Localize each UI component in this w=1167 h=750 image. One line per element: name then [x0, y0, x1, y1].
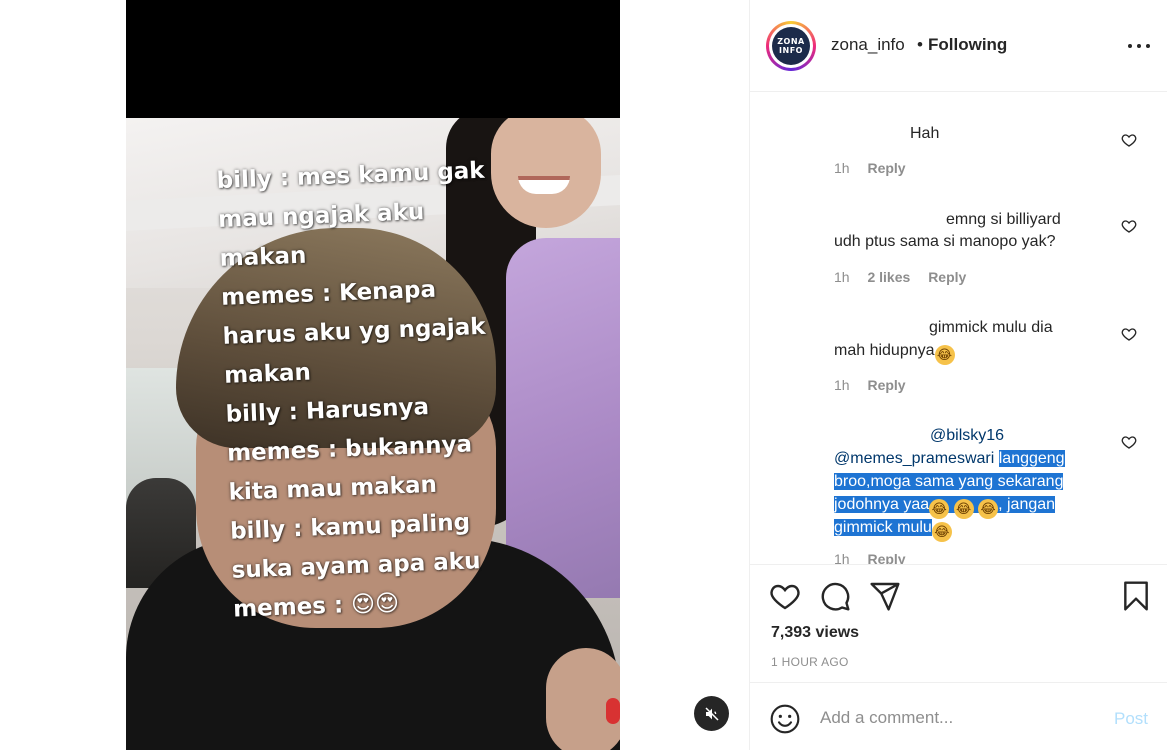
avatar-text-top: ZONA [777, 37, 805, 46]
comment-time: 1h [834, 269, 850, 285]
video-player[interactable]: billy : mes kamu gak mau ngajak aku maka… [126, 0, 620, 750]
video-letterbox [126, 0, 620, 118]
avatar-text-bottom: INFO [779, 46, 803, 55]
post-side-panel: ZONA INFO zona_info • Following Hah 1h R… [749, 0, 1167, 750]
laughing-emoji: 😂 [934, 345, 955, 365]
reply-button[interactable]: Reply [867, 551, 905, 564]
mention-link[interactable]: @memes_prameswari [834, 450, 994, 467]
separator-dot: • [917, 35, 923, 54]
comment-like-icon[interactable] [1121, 326, 1137, 342]
selected-text: langgeng [998, 450, 1065, 467]
avatar-border: ZONA INFO [769, 24, 813, 68]
comment-text: mah hidupnya [834, 342, 935, 359]
mute-button[interactable] [694, 696, 729, 731]
following-button[interactable]: Following [928, 35, 1007, 55]
comment-meta: 1h Reply [834, 551, 920, 564]
video-caption-overlay: billy : mes kamu gak mau ngajak aku maka… [216, 150, 534, 629]
comment-time: 1h [834, 160, 850, 176]
comment-text-line2: udh ptus sama si manopo yak? [834, 233, 1056, 250]
muted-speaker-icon [704, 706, 719, 721]
comment-meta: 1h Reply [834, 160, 920, 176]
more-options-icon[interactable] [1128, 42, 1150, 50]
avatar: ZONA INFO [772, 27, 810, 65]
post-timestamp[interactable]: 1 HOUR AGO [771, 655, 849, 669]
comment-time: 1h [834, 551, 850, 564]
reply-button[interactable]: Reply [867, 377, 905, 393]
selected-text-part: , jangan [998, 496, 1056, 513]
selected-text-part: jodohnya yaa [834, 496, 930, 513]
comment-input[interactable] [820, 705, 1100, 731]
username-link[interactable]: zona_info [831, 35, 905, 55]
instagram-post-page: billy : mes kamu gak mau ngajak aku maka… [0, 0, 1167, 750]
left-gutter [0, 0, 126, 750]
comments-list[interactable]: Hah 1h Reply emng si billiyard udh ptus … [750, 92, 1167, 564]
selected-text: broo,moga sama yang sekarang [834, 473, 1064, 490]
smiley-icon[interactable] [769, 703, 801, 735]
comment-text-line2: mah hidupnya 😂 [834, 339, 1104, 365]
post-actions: 7,393 views 1 HOUR AGO [750, 564, 1167, 682]
post-header: ZONA INFO zona_info • Following [750, 0, 1167, 92]
share-icon[interactable] [869, 580, 901, 612]
post-button[interactable]: Post [1114, 709, 1148, 729]
heart-icon[interactable] [769, 580, 801, 612]
view-count[interactable]: 7,393 views [771, 624, 859, 642]
laughing-emoji: 😂 [931, 522, 952, 542]
red-spot [606, 698, 620, 724]
comment-time: 1h [834, 377, 850, 393]
comment-mention-line: @bilsky16 [930, 424, 1130, 447]
comment-text-line1: gimmick mulu dia [929, 319, 1053, 336]
bookmark-icon[interactable] [1120, 580, 1152, 612]
comment-meta: 1h Reply [834, 377, 920, 393]
selected-text: jodohnya yaa 😂 😂 😂, jangan [834, 496, 1056, 519]
selected-text: gimmick mulu [834, 519, 932, 536]
comment-like-icon[interactable] [1121, 218, 1137, 234]
comment-text-line5: gimmick mulu 😂 [834, 516, 1124, 542]
mention-link[interactable]: @bilsky16 [930, 427, 1004, 444]
comment-like-icon[interactable] [1121, 132, 1137, 148]
story-ring[interactable]: ZONA INFO [766, 21, 816, 71]
reply-button[interactable]: Reply [867, 160, 905, 176]
comment-text-line1: emng si billiyard [946, 211, 1061, 228]
comment-likes[interactable]: 2 likes [867, 269, 910, 285]
comment-like-icon[interactable] [1121, 434, 1137, 450]
comment-meta: 1h 2 likes Reply [834, 269, 980, 285]
reply-button[interactable]: Reply [928, 269, 966, 285]
comment-text-line2: @memes_prameswari langgeng [834, 447, 1124, 470]
comment-text-line3: broo,moga sama yang sekarang [834, 470, 1124, 493]
comment-icon[interactable] [819, 580, 851, 612]
add-comment-bar: Post [750, 682, 1167, 750]
